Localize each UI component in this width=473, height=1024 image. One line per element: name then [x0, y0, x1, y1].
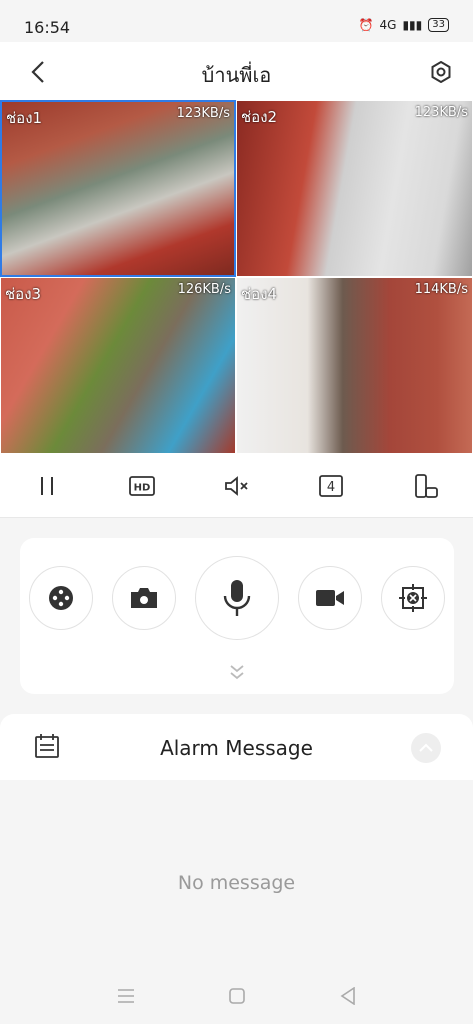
- rotate-screen-icon: [414, 473, 438, 498]
- split-count-label: 4: [327, 480, 335, 495]
- menu-nav-button[interactable]: [106, 976, 146, 1016]
- status-icons: ⏰ 4G ▮▮▮ 33: [359, 18, 449, 32]
- alarm-title: Alarm Message: [160, 736, 313, 760]
- microphone-icon: [223, 580, 251, 616]
- camera-icon: [131, 588, 158, 608]
- camera-tile-4[interactable]: ช่อง4 114KB/s: [236, 277, 473, 454]
- pause-button[interactable]: [27, 466, 67, 506]
- channel-bitrate: 126KB/s: [177, 282, 231, 297]
- alarm-clock-icon: ⏰: [358, 18, 374, 32]
- hd-icon: HD: [128, 475, 155, 496]
- camera-tile-1[interactable]: ช่อง1 123KB/s: [0, 100, 236, 277]
- expand-button[interactable]: [20, 664, 454, 684]
- battery-icon: 33: [428, 18, 449, 32]
- playback-controls: HD 4: [0, 454, 473, 518]
- chevron-up-icon: [419, 743, 433, 752]
- split-screen-button[interactable]: 4: [311, 466, 351, 506]
- mute-button[interactable]: [216, 466, 256, 506]
- channel-bitrate: 123KB/s: [414, 105, 468, 120]
- camera-grid: ช่อง1 123KB/s ช่อง2 123KB/s ช่อง3 126KB/…: [0, 100, 473, 454]
- double-chevron-down-icon: [230, 665, 244, 680]
- home-square-icon: [228, 988, 245, 1004]
- page-title: บ้านพี่เอ: [201, 63, 272, 87]
- home-nav-button[interactable]: [217, 976, 257, 1016]
- talk-button[interactable]: [194, 556, 279, 640]
- back-nav-button[interactable]: [328, 976, 368, 1016]
- settings-button[interactable]: [425, 56, 457, 88]
- network-label: 4G: [379, 18, 397, 32]
- action-panel: [20, 538, 454, 694]
- status-time: 16:54: [24, 18, 71, 37]
- fisheye-button[interactable]: [380, 566, 445, 630]
- alarm-list: No message: [0, 780, 473, 970]
- app-header: บ้านพี่เอ: [0, 42, 473, 100]
- collapse-button[interactable]: [411, 733, 441, 763]
- fullscreen-rotate-button[interactable]: [406, 466, 446, 506]
- ptz-dial-icon: [49, 586, 74, 610]
- triangle-back-icon: [340, 987, 355, 1005]
- channel-bitrate: 123KB/s: [176, 106, 230, 121]
- camera-tile-3[interactable]: ช่อง3 126KB/s: [0, 277, 236, 454]
- channel-bitrate: 114KB/s: [414, 282, 468, 297]
- hd-label: HD: [134, 482, 151, 493]
- speaker-mute-icon: [225, 475, 249, 496]
- video-camera-icon: [315, 590, 344, 606]
- system-nav-bar: [0, 968, 473, 1024]
- status-bar: 16:54 ⏰ 4G ▮▮▮ 33: [0, 0, 473, 42]
- signal-icon: ▮▮▮: [402, 18, 423, 32]
- empty-state-text: No message: [177, 872, 296, 894]
- channel-label: ช่อง1: [6, 109, 43, 127]
- menu-icon: [117, 989, 134, 1003]
- action-buttons: [20, 556, 454, 640]
- record-button[interactable]: [297, 566, 362, 630]
- channel-label: ช่อง2: [241, 108, 278, 126]
- gear-icon: [431, 61, 451, 83]
- hd-quality-button[interactable]: HD: [122, 466, 162, 506]
- channel-label: ช่อง3: [5, 285, 42, 303]
- camera-tile-2[interactable]: ช่อง2 123KB/s: [236, 100, 473, 277]
- ptz-button[interactable]: [29, 566, 94, 630]
- split-count-icon: 4: [319, 474, 343, 497]
- channel-label: ช่อง4: [241, 285, 278, 303]
- pause-icon: [41, 476, 54, 495]
- alarm-message-header: Alarm Message: [0, 714, 473, 780]
- lens-target-icon: [398, 584, 427, 612]
- snapshot-button[interactable]: [112, 566, 177, 630]
